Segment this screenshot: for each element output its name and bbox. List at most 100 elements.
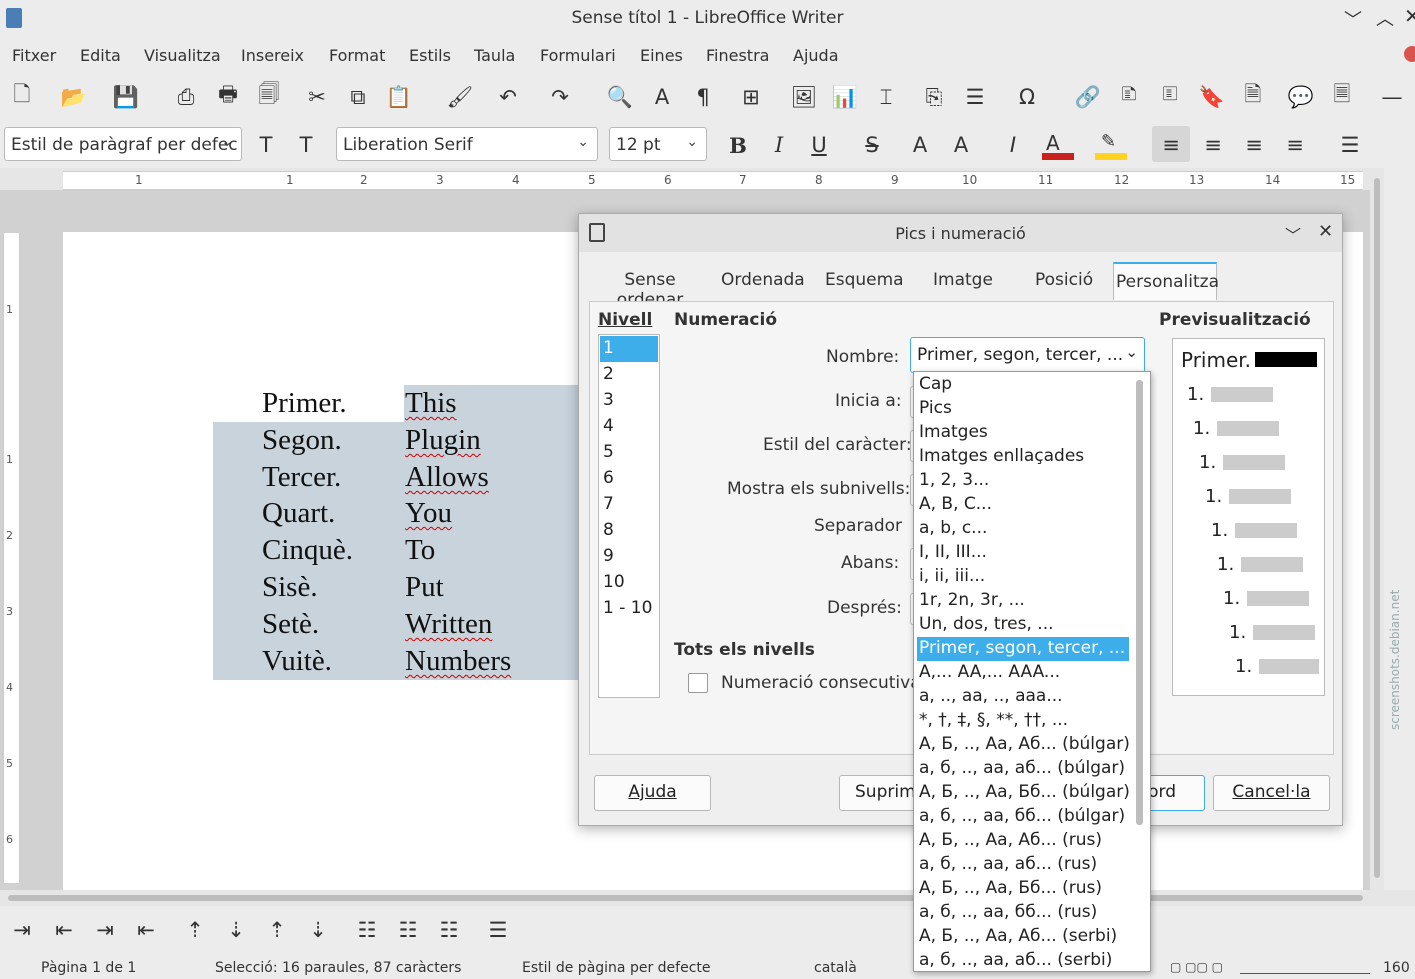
dropdown-option[interactable]: а, б, .., аа, аб... (rus) bbox=[917, 853, 1129, 877]
bookmark-icon[interactable]: 🔖 bbox=[1198, 83, 1226, 111]
underline-icon[interactable]: U bbox=[805, 131, 833, 159]
close-window-icon[interactable]: ✕ bbox=[1404, 4, 1415, 28]
insert-image-icon[interactable]: 🖼 bbox=[790, 83, 818, 111]
maximize-icon[interactable]: ︿ bbox=[1376, 5, 1394, 31]
dropdown-option[interactable]: А, Б, .., Аа, Бб... (rus) bbox=[917, 877, 1129, 901]
clone-formatting-icon[interactable]: 🖌 bbox=[446, 83, 474, 111]
dropdown-option[interactable]: I, II, III... bbox=[917, 541, 1129, 565]
list-text[interactable]: This bbox=[405, 387, 457, 420]
language[interactable]: català bbox=[814, 960, 857, 976]
paste-icon[interactable]: 📋 bbox=[385, 83, 413, 111]
undo-icon[interactable]: ↶ bbox=[494, 83, 522, 111]
move-up-icon[interactable]: ⇡ bbox=[181, 916, 209, 944]
level-list[interactable]: 1 2 3 4 5 6 7 8 9 10 1 - 10 bbox=[598, 334, 660, 698]
tab-sense-ordenar[interactable]: Sense ordenar bbox=[589, 262, 711, 310]
menu-fitxer[interactable]: Fitxer bbox=[12, 46, 56, 65]
tab-ordenada[interactable]: Ordenada bbox=[719, 262, 805, 300]
tab-posicio[interactable]: Posició bbox=[1033, 262, 1093, 300]
insert-page-break-icon[interactable]: ⎘ bbox=[920, 83, 948, 111]
comment-icon[interactable]: 💬 bbox=[1287, 83, 1315, 111]
sidebar-deck[interactable]: screenshots.debian.net bbox=[1384, 168, 1415, 890]
insert-unnumbered-icon[interactable]: ☷ bbox=[353, 916, 381, 944]
level-item[interactable]: 1 bbox=[600, 336, 658, 362]
horizontal-scrollbar[interactable] bbox=[0, 890, 1370, 906]
menu-estils[interactable]: Estils bbox=[409, 46, 451, 65]
line-icon[interactable]: — bbox=[1378, 83, 1406, 111]
list-number[interactable]: Segon. bbox=[262, 424, 342, 457]
demote-sub-icon[interactable]: ⇥ bbox=[91, 916, 119, 944]
list-number[interactable]: Vuitè. bbox=[262, 645, 332, 678]
level-item[interactable]: 6 bbox=[600, 466, 658, 492]
footnote-icon[interactable]: 🗈 bbox=[1115, 82, 1143, 111]
level-item[interactable]: 1 - 10 bbox=[600, 596, 658, 622]
promote-icon[interactable]: ⇤ bbox=[50, 916, 78, 944]
subscript-icon[interactable]: A bbox=[947, 131, 975, 159]
menu-eines[interactable]: Eines bbox=[640, 46, 683, 65]
dropdown-option[interactable]: Pics bbox=[917, 397, 1129, 421]
open-icon[interactable]: 📂 bbox=[60, 83, 88, 111]
highlight-color-icon[interactable]: ✎ bbox=[1095, 131, 1127, 161]
demote-icon[interactable]: ⇥ bbox=[8, 916, 36, 944]
menu-insereix[interactable]: Insereix bbox=[241, 46, 304, 65]
list-text[interactable]: Put bbox=[405, 571, 444, 604]
bold-icon[interactable]: B bbox=[724, 131, 752, 159]
redo-icon[interactable]: ↷ bbox=[546, 83, 574, 111]
new-document-icon[interactable]: 🗋 bbox=[8, 82, 36, 111]
dropdown-option[interactable]: А, Б, .., Аа, Аб... (búlgar) bbox=[917, 733, 1130, 757]
dropdown-option[interactable]: i, ii, iii... bbox=[917, 565, 1129, 589]
hyperlink-icon[interactable]: 🔗 bbox=[1074, 83, 1102, 111]
print-preview-icon[interactable]: 🗐 bbox=[255, 82, 283, 111]
dropdown-option[interactable]: Imatges enllaçades bbox=[917, 445, 1129, 469]
insert-field-icon[interactable]: ☰ bbox=[961, 83, 989, 111]
insert-textbox-icon[interactable]: ⌶ bbox=[872, 83, 900, 111]
dropdown-option[interactable]: а, б, .., аа, аб... (serbi) bbox=[917, 949, 1129, 971]
dropdown-option[interactable]: а, б, .., аа, бб... (búlgar) bbox=[917, 805, 1129, 829]
cross-reference-icon[interactable]: 🗎 bbox=[1239, 82, 1267, 111]
horizontal-ruler[interactable]: 1 1 2 3 4 5 6 7 8 9 10 11 12 13 14 15 bbox=[63, 171, 1363, 190]
level-item[interactable]: 2 bbox=[600, 362, 658, 388]
cancel-button[interactable]: Cancel·la bbox=[1213, 775, 1330, 811]
font-size-combo[interactable]: 12 pt ⌄ bbox=[609, 127, 707, 161]
superscript-icon[interactable]: A bbox=[906, 131, 934, 159]
tab-imatge[interactable]: Imatge bbox=[931, 262, 993, 300]
dropdown-option-selected[interactable]: Primer, segon, tercer, ... bbox=[917, 637, 1129, 661]
level-item[interactable]: 5 bbox=[600, 440, 658, 466]
insert-chart-icon[interactable]: 📊 bbox=[831, 83, 859, 111]
list-number[interactable]: Primer. bbox=[262, 387, 347, 420]
list-text[interactable]: Numbers bbox=[405, 645, 511, 678]
level-item[interactable]: 3 bbox=[600, 388, 658, 414]
strikethrough-icon[interactable]: S bbox=[858, 131, 886, 159]
move-down-sub-icon[interactable]: ⇣ bbox=[304, 916, 332, 944]
close-document-icon[interactable] bbox=[1404, 46, 1415, 62]
paragraph-style-combo[interactable]: Estil de paràgraf per defec ⌄ bbox=[4, 127, 242, 161]
list-text[interactable]: Plugin bbox=[405, 424, 481, 457]
menu-formulari[interactable]: Formulari bbox=[540, 46, 616, 65]
move-down-icon[interactable]: ⇣ bbox=[222, 916, 250, 944]
word-count[interactable]: Selecció: 16 paraules, 87 caràcters bbox=[215, 960, 461, 976]
menu-ajuda[interactable]: Ajuda bbox=[793, 46, 839, 65]
dropdown-option[interactable]: Un, dos, tres, ... bbox=[917, 613, 1129, 637]
line-spacing-icon[interactable]: ☰ bbox=[1336, 131, 1364, 159]
list-number[interactable]: Quart. bbox=[262, 497, 335, 530]
vertical-scrollbar[interactable] bbox=[1370, 168, 1384, 890]
dropdown-option[interactable]: *, †, ‡, §, **, ††, ... bbox=[917, 709, 1129, 733]
consecutive-checkbox[interactable] bbox=[688, 673, 708, 693]
list-text[interactable]: Allows bbox=[405, 461, 489, 494]
menu-visualitza[interactable]: Visualitza bbox=[144, 46, 221, 65]
spelling-icon[interactable]: A bbox=[648, 83, 676, 111]
update-style-icon[interactable]: T bbox=[252, 131, 280, 159]
minimize-icon[interactable]: ﹀ bbox=[1344, 6, 1362, 32]
list-text[interactable]: You bbox=[405, 497, 452, 530]
view-layout-icon[interactable]: ▢ ▢▢ ▢ bbox=[1170, 960, 1223, 974]
dropdown-option[interactable]: А, Б, .., Аа, Аб... (rus) bbox=[917, 829, 1129, 853]
list-text[interactable]: Written bbox=[405, 608, 492, 641]
dropdown-option[interactable]: а, б, .., аа, аб... (búlgar) bbox=[917, 757, 1129, 781]
save-icon[interactable]: 💾 bbox=[112, 83, 140, 111]
restart-numbering-icon[interactable]: ☷ bbox=[394, 916, 422, 944]
formatting-marks-icon[interactable]: ¶ bbox=[689, 83, 717, 111]
move-up-sub-icon[interactable]: ⇡ bbox=[263, 916, 291, 944]
align-center-icon[interactable]: ≡ bbox=[1199, 131, 1227, 159]
level-item[interactable]: 10 bbox=[600, 570, 658, 596]
cut-icon[interactable]: ✂ bbox=[303, 83, 331, 111]
vertical-ruler[interactable]: 1 1 2 3 4 5 6 bbox=[3, 233, 20, 883]
